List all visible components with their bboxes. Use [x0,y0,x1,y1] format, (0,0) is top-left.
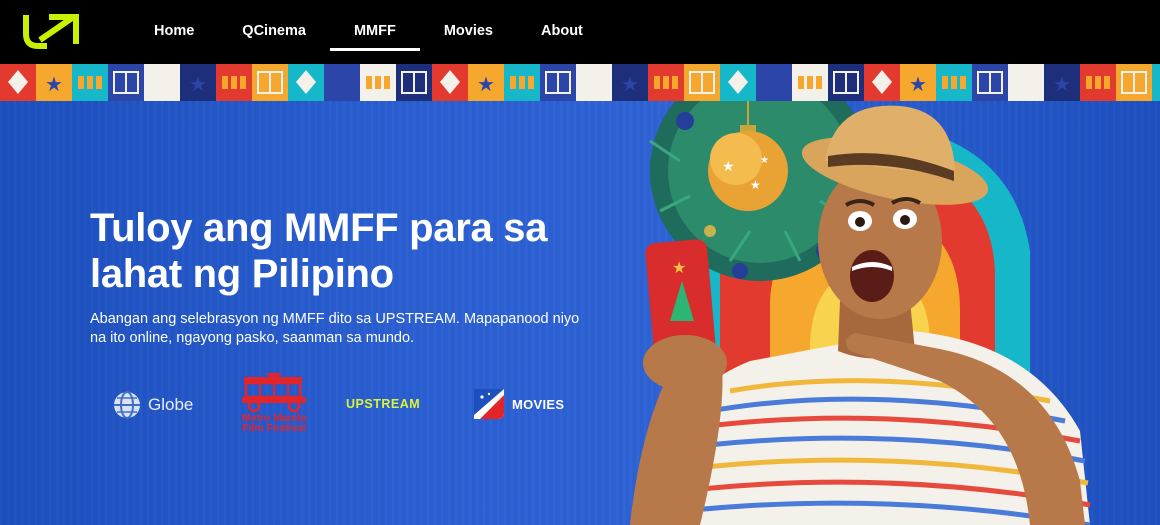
pattern-tile [1080,64,1116,101]
pattern-tile [684,64,720,101]
pattern-tile [0,64,36,101]
qmovies-logo-icon [474,389,504,419]
pattern-tile [1152,64,1160,101]
svg-text:★: ★ [189,72,207,96]
hero-subtitle: Abangan ang selebrasyon ng MMFF dito sa … [90,311,580,346]
nav-movies[interactable]: Movies [420,0,517,64]
globe-logo-text: Globe [148,395,194,414]
pattern-tile [432,64,468,101]
qmovies-logo-text: MOVIES [512,396,565,412]
pattern-tile [504,64,540,101]
svg-text:★: ★ [672,258,686,277]
svg-text:★: ★ [909,72,927,96]
pattern-tile [792,64,828,101]
upstream-wordmark: UPSTREAM [346,397,421,411]
pattern-tile [720,64,756,101]
hero-banner: Tuloy ang MMFF para sa lahat ng Pilipino… [0,101,1160,525]
svg-text:★: ★ [1053,72,1071,96]
main-nav: Home QCinema MMFF Movies About [130,0,607,64]
top-navigation-bar: Home QCinema MMFF Movies About [0,0,1160,64]
pattern-tile: ★ [36,64,72,101]
svg-text:★: ★ [750,178,761,192]
mmff-logo-text: Metro Manila Film Festival [236,413,312,434]
pattern-tile [144,64,180,101]
pattern-tile: ★ [324,64,360,101]
mmff-logo: Metro Manila Film Festival [236,371,312,441]
festive-pattern-banner: ★ ★ ★ ★ ★ ★ ★ ★ [0,64,1160,101]
pattern-tile [288,64,324,101]
mmff-line2: Film Festival [242,422,306,434]
pattern-tile [576,64,612,101]
pattern-tile [1116,64,1152,101]
pattern-tile [108,64,144,101]
svg-text:★: ★ [333,72,351,96]
svg-text:★: ★ [621,72,639,96]
pattern-tile [72,64,108,101]
svg-text:★: ★ [765,72,783,96]
pattern-tile [1008,64,1044,101]
qmovies-logo: MOVIES [470,383,564,425]
svg-text:★: ★ [477,72,495,96]
pattern-tile: ★ [1044,64,1080,101]
nav-home[interactable]: Home [130,0,218,64]
pattern-tile [972,64,1008,101]
pattern-tile: ★ [180,64,216,101]
hero-illustration: ★ ★ ★ ★ [630,101,1091,525]
mmff-jeepney-logo [242,373,306,413]
pattern-tile [864,64,900,101]
pattern-tile: ★ [612,64,648,101]
globe-logo-icon [114,391,140,419]
pattern-tile [936,64,972,101]
svg-text:★: ★ [760,155,769,166]
pattern-tile: ★ [756,64,792,101]
svg-text:★: ★ [45,72,63,96]
svg-text:★: ★ [722,159,735,175]
upstream-logo-icon[interactable] [22,12,82,50]
globe-logo: Globe [112,389,193,421]
pattern-tile [648,64,684,101]
nav-qcinema[interactable]: QCinema [218,0,330,64]
pattern-tile [540,64,576,101]
pattern-tile [396,64,432,101]
pattern-tile: ★ [468,64,504,101]
nav-mmff[interactable]: MMFF [329,0,420,64]
hero-title: Tuloy ang MMFF para sa lahat ng Pilipino [90,206,548,296]
pattern-tile [252,64,288,101]
pattern-tile: ★ [900,64,936,101]
pattern-tile [828,64,864,101]
pattern-tile [360,64,396,101]
pattern-tile [216,64,252,101]
nav-about[interactable]: About [517,0,607,64]
partner-logos: Globe Metro Manila Film Festival UPSTREA… [108,371,588,441]
